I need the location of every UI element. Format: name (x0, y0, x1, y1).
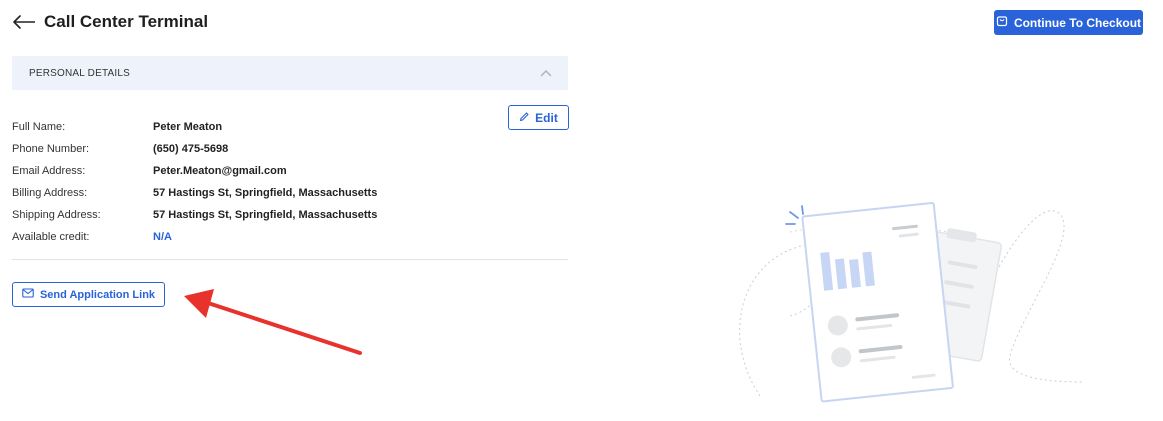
personal-details-header[interactable]: PERSONAL DETAILS (12, 56, 568, 90)
mail-icon (22, 288, 34, 301)
detail-row-credit: Available credit: N/A (12, 226, 568, 248)
detail-label: Email Address: (12, 165, 86, 177)
chevron-up-icon[interactable] (540, 69, 552, 77)
detail-label: Phone Number: (12, 143, 90, 155)
page-title: Call Center Terminal (44, 12, 209, 31)
detail-value: Peter Meaton (153, 121, 223, 133)
detail-label: Billing Address: (12, 187, 88, 199)
detail-label: Full Name: (12, 121, 66, 133)
detail-value: 57 Hastings St, Springfield, Massachuset… (153, 187, 378, 199)
detail-value: Peter.Meaton@gmail.com (153, 165, 287, 177)
personal-details-list: Full Name: Peter Meaton Phone Number: (6… (12, 116, 568, 248)
detail-row-phone: Phone Number: (650) 475-5698 (12, 138, 568, 160)
detail-value: (650) 475-5698 (153, 143, 229, 155)
continue-to-checkout-button[interactable]: Continue To Checkout (994, 10, 1143, 35)
cart-icon (996, 15, 1008, 30)
page-header: Call Center Terminal (12, 8, 208, 36)
detail-row-billing: Billing Address: 57 Hastings St, Springf… (12, 182, 568, 204)
detail-row-shipping: Shipping Address: 57 Hastings St, Spring… (12, 204, 568, 226)
detail-row-email: Email Address: Peter.Meaton@gmail.com (12, 160, 568, 182)
send-link-label: Send Application Link (39, 288, 156, 301)
detail-label: Available credit: (12, 231, 90, 243)
document-illustration (739, 201, 1083, 403)
divider (12, 259, 568, 260)
detail-value: 57 Hastings St, Springfield, Massachuset… (153, 209, 378, 221)
detail-label: Shipping Address: (12, 209, 101, 221)
detail-value: N/A (153, 231, 172, 243)
detail-row-full-name: Full Name: Peter Meaton (12, 116, 568, 138)
arrow-left-icon[interactable] (12, 12, 36, 32)
annotation-arrow (184, 289, 362, 355)
section-title: PERSONAL DETAILS (29, 67, 131, 79)
send-application-link-button[interactable]: Send Application Link (12, 282, 165, 307)
checkout-label: Continue To Checkout (1013, 15, 1142, 30)
